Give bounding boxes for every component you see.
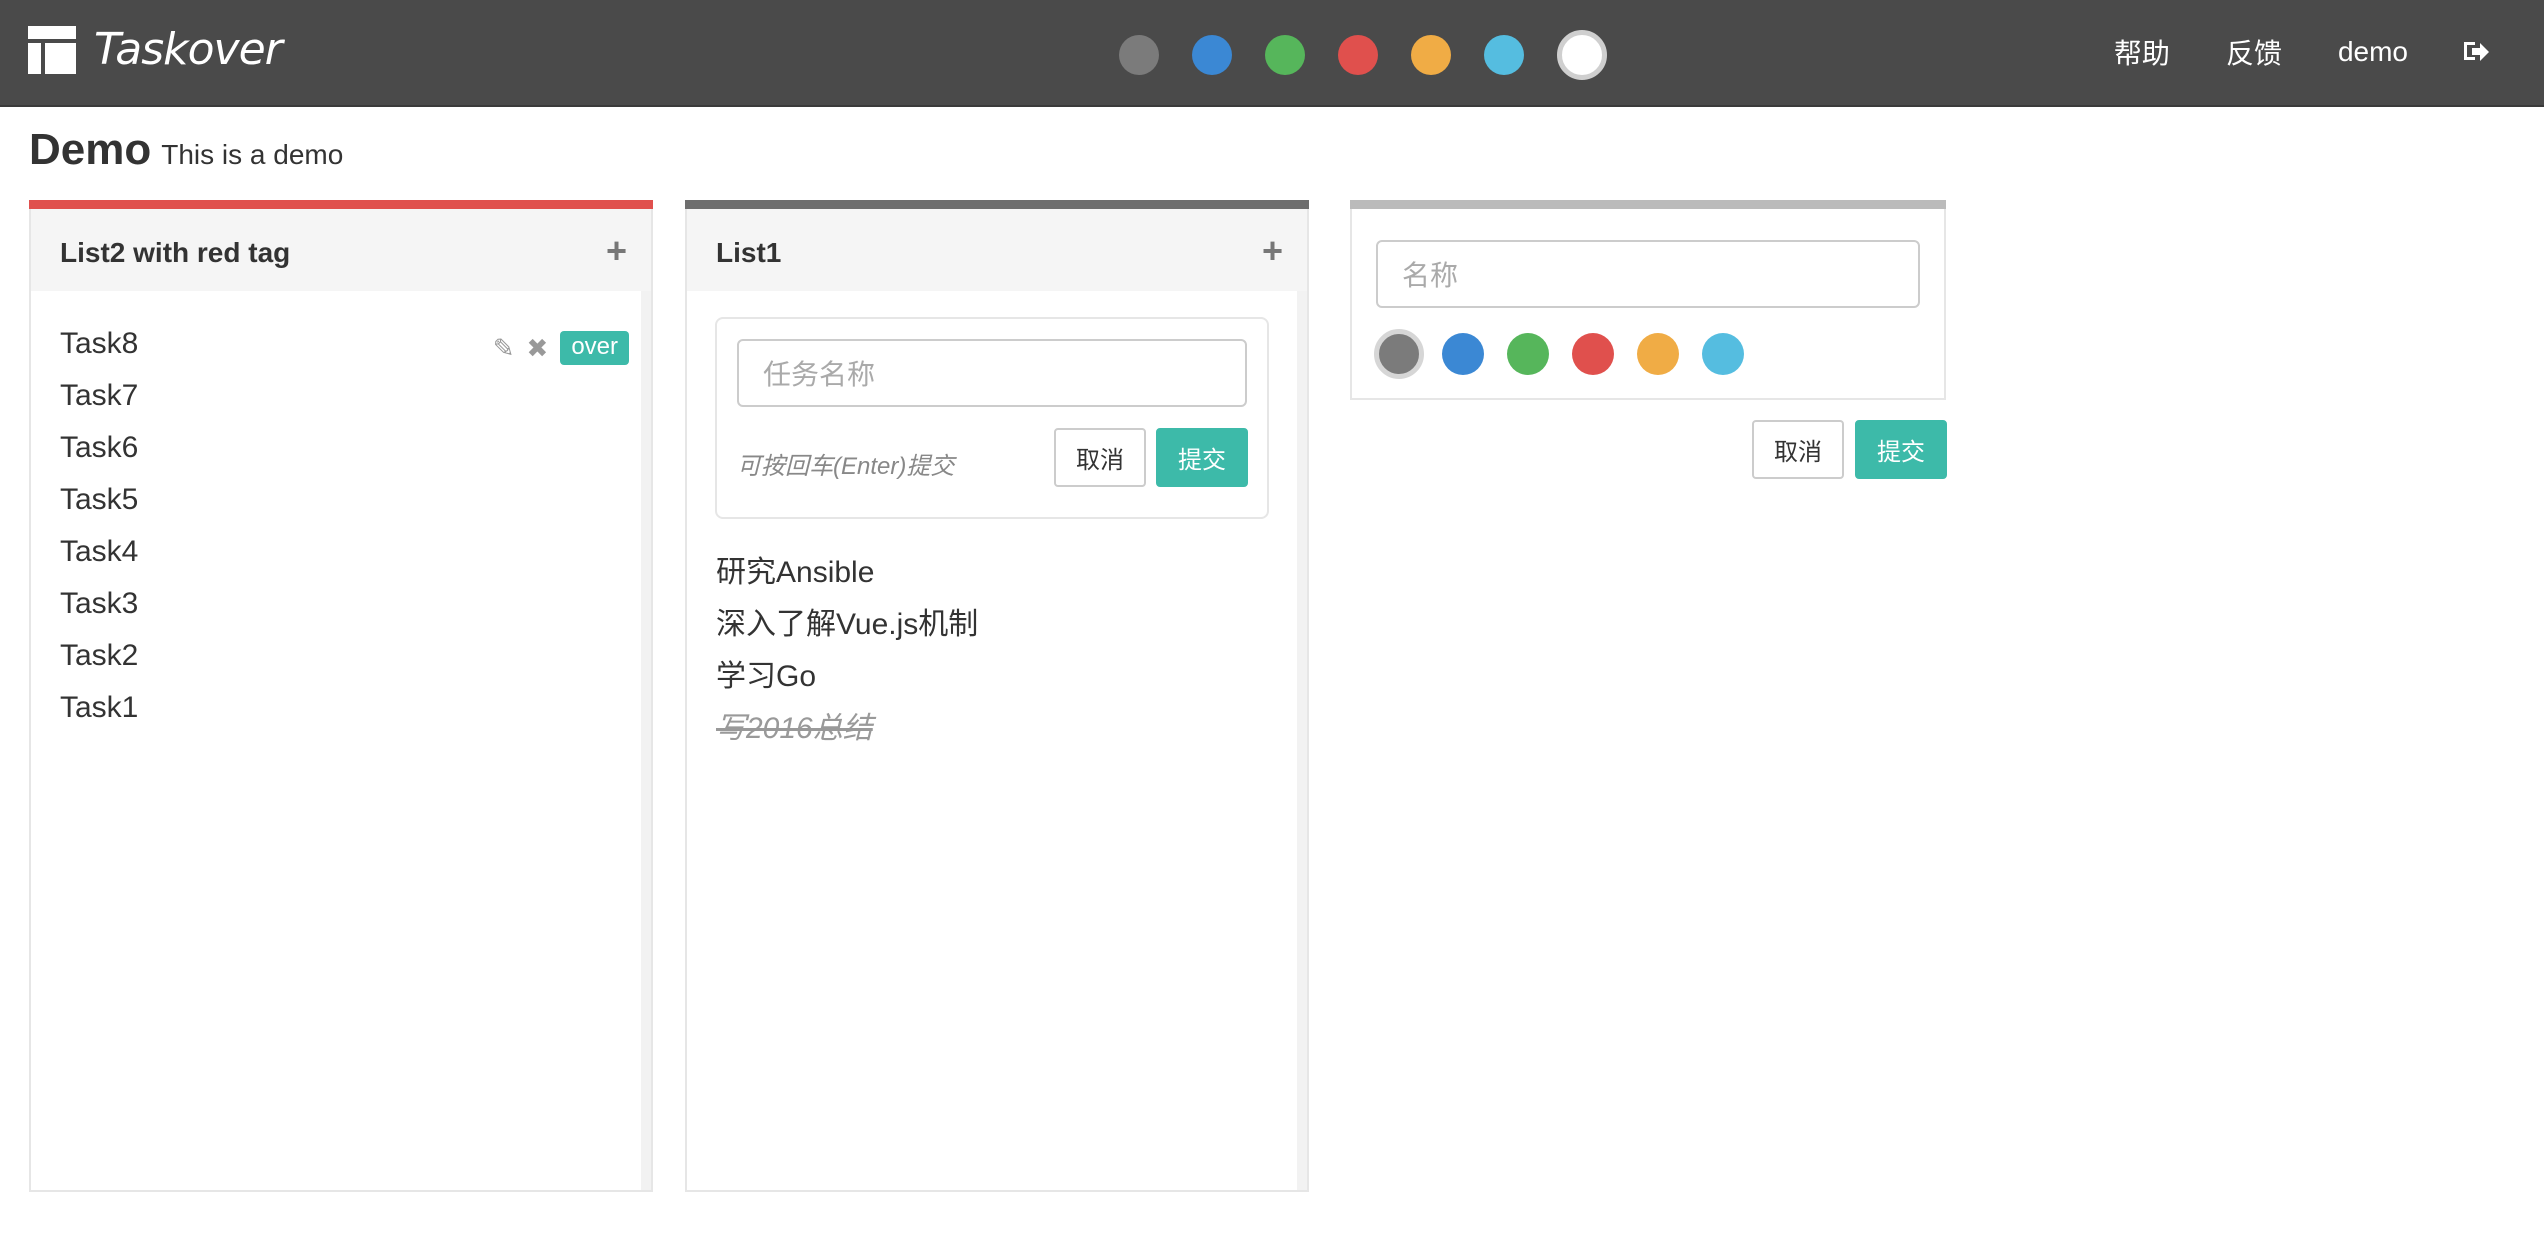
theme-color-red[interactable] — [1338, 35, 1378, 75]
plus-icon[interactable]: + — [1262, 233, 1283, 269]
task-name-input[interactable]: 任务名称 — [737, 339, 1247, 407]
task-item[interactable]: Task8 — [60, 327, 138, 361]
task-actions: ✎ ✖ over — [493, 331, 629, 365]
help-link[interactable]: 帮助 — [2114, 32, 2170, 72]
board-description: This is a demo — [161, 139, 344, 170]
task-item-done[interactable]: 写2016总结 — [716, 703, 873, 747]
pencil-icon[interactable]: ✎ — [493, 333, 515, 364]
theme-color-picker — [1119, 30, 1640, 80]
list-color-green[interactable] — [1507, 333, 1549, 375]
list-title[interactable]: List1 — [716, 237, 781, 269]
task-list: List2 with red tag + Task8 ✎ ✖ over Task… — [29, 200, 653, 1192]
task-item[interactable]: Task2 — [60, 639, 138, 673]
plus-icon[interactable]: + — [606, 233, 627, 269]
board-title: Demo — [29, 125, 152, 174]
feedback-link[interactable]: 反馈 — [2226, 32, 2282, 72]
cancel-button[interactable]: 取消 — [1752, 420, 1844, 479]
theme-color-white[interactable] — [1557, 30, 1607, 80]
task-item[interactable]: Task5 — [60, 483, 138, 517]
theme-color-orange[interactable] — [1411, 35, 1451, 75]
theme-color-blue[interactable] — [1192, 35, 1232, 75]
submit-button[interactable]: 提交 — [1855, 420, 1947, 479]
list-header: List2 with red tag + — [31, 209, 651, 291]
user-menu[interactable]: demo — [2338, 36, 2408, 68]
task-item[interactable]: Task7 — [60, 379, 138, 413]
logo-icon — [28, 25, 76, 74]
brand[interactable]: Taskover — [28, 24, 283, 75]
scrollbar[interactable] — [1297, 291, 1307, 1190]
scrollbar[interactable] — [641, 291, 651, 1190]
enter-hint: 可按回车(Enter)提交 — [737, 453, 955, 480]
sign-out-icon[interactable] — [2464, 41, 2489, 63]
theme-color-green[interactable] — [1265, 35, 1305, 75]
theme-color-cyan[interactable] — [1484, 35, 1524, 75]
task-item[interactable]: Task4 — [60, 535, 138, 569]
task-item[interactable]: Task3 — [60, 587, 138, 621]
list-color-gray[interactable] — [1374, 329, 1424, 379]
top-navbar: Taskover 帮助 反馈 demo — [0, 0, 2544, 107]
list-color-tag — [1350, 200, 1946, 209]
list-name-input[interactable]: 名称 — [1376, 240, 1920, 308]
task-item[interactable]: 深入了解Vue.js机制 — [716, 599, 978, 643]
app-name: Taskover — [94, 24, 283, 75]
status-badge[interactable]: over — [560, 331, 629, 365]
list-color-tag — [29, 200, 653, 209]
task-item[interactable]: 研究Ansible — [716, 547, 874, 591]
list-color-orange[interactable] — [1637, 333, 1679, 375]
close-icon[interactable]: ✖ — [527, 333, 549, 364]
task-item[interactable]: Task6 — [60, 431, 138, 465]
list-color-tag — [685, 200, 1309, 209]
list-color-cyan[interactable] — [1702, 333, 1744, 375]
cancel-button[interactable]: 取消 — [1054, 428, 1146, 487]
submit-button[interactable]: 提交 — [1156, 428, 1248, 487]
new-task-form: 任务名称 可按回车(Enter)提交 取消 提交 — [715, 317, 1269, 519]
new-list-form: 名称 — [1350, 200, 1946, 400]
task-item[interactable]: Task1 — [60, 691, 138, 725]
list-header: List1 + — [687, 209, 1307, 291]
task-list: List1 + 任务名称 可按回车(Enter)提交 取消 提交 研究Ansib… — [685, 200, 1309, 1192]
task-item[interactable]: 学习Go — [716, 651, 816, 695]
board-header: Demo This is a demo — [29, 125, 343, 175]
list-color-red[interactable] — [1572, 333, 1614, 375]
theme-color-gray[interactable] — [1119, 35, 1159, 75]
nav-links: 帮助 反馈 demo — [2114, 0, 2544, 104]
list-title[interactable]: List2 with red tag — [60, 237, 290, 269]
list-color-blue[interactable] — [1442, 333, 1484, 375]
